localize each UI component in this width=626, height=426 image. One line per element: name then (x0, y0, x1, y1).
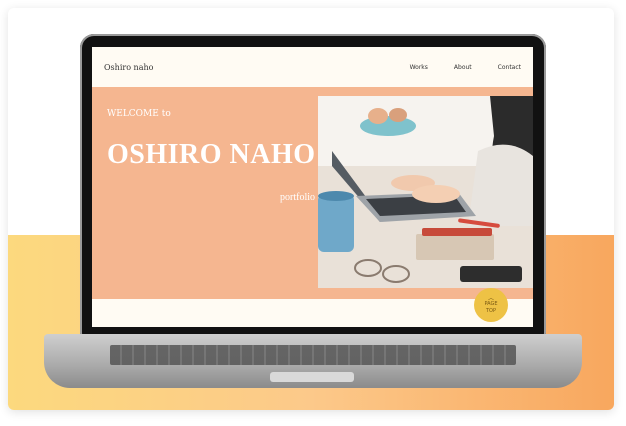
laptop-keyboard (110, 345, 516, 365)
page-top-label-line1: PAGE (484, 300, 498, 307)
hero-subtitle: portfolio (280, 192, 315, 203)
content-strip (92, 299, 533, 327)
hero-title: OSHIRO NAHO (107, 139, 316, 170)
workspace-photo-illustration (318, 96, 533, 288)
nav-contact[interactable]: Contact (498, 64, 521, 71)
nav-works[interactable]: Works (410, 64, 428, 71)
hero-photo (318, 96, 533, 288)
site-nav: Works About Contact (410, 64, 521, 71)
page-top-button[interactable]: ︿ PAGE TOP (474, 288, 508, 322)
laptop-trackpad (270, 372, 354, 382)
laptop-screen: Oshiro naho Works About Contact WELCOME … (92, 47, 533, 327)
site-header: Oshiro naho Works About Contact (92, 47, 533, 87)
nav-about[interactable]: About (454, 64, 472, 71)
hero-welcome-text: WELCOME to (107, 109, 171, 119)
page-top-label-line2: TOP (485, 307, 496, 314)
site-logo[interactable]: Oshiro naho (104, 63, 153, 72)
